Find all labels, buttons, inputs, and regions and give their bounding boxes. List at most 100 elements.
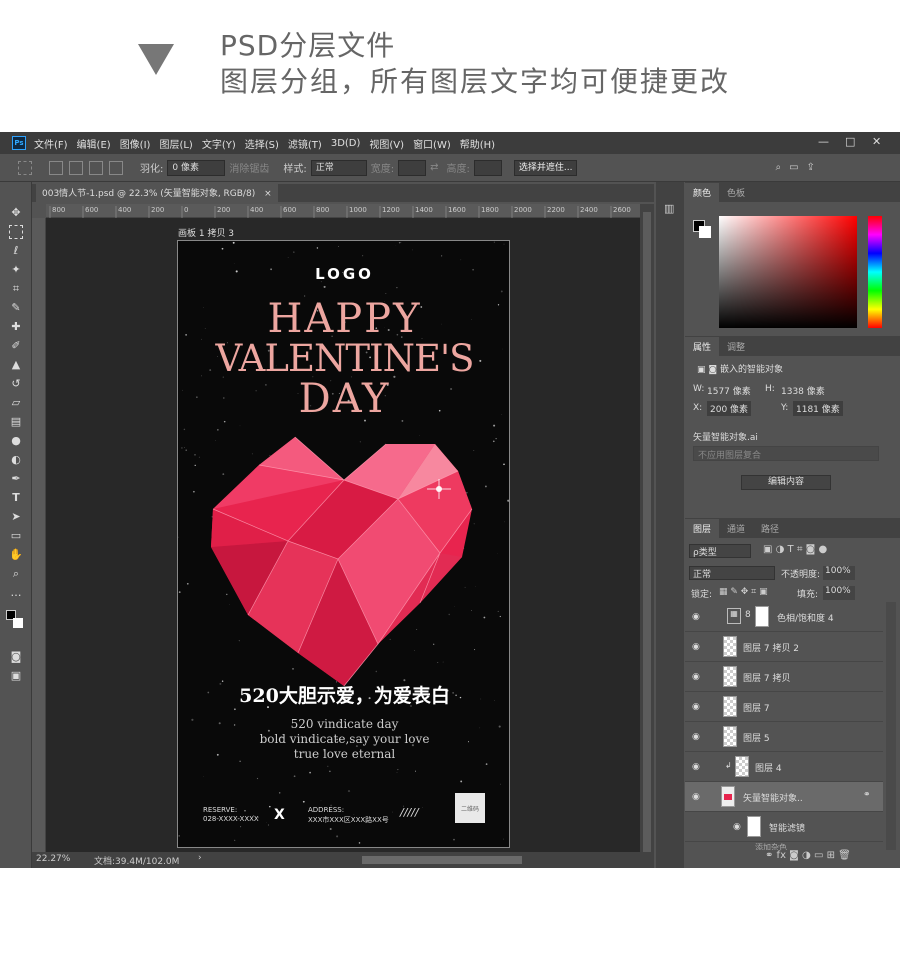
menu-file[interactable]: 文件(F) [34,136,68,151]
style-select[interactable]: 正常 [310,159,367,176]
reserve-label[interactable]: RESERVE: [203,806,237,814]
status-arrow-icon[interactable]: › [198,853,202,863]
layer-mask-thumbnail[interactable] [755,606,769,627]
poster-title-valentines[interactable]: VALENTINE'S [178,339,509,379]
visibility-eye-icon[interactable]: ◉ [692,762,700,772]
color-picker-field[interactable] [719,216,857,328]
layer-filter-icons[interactable]: ▣ ◑ T ⌗ ◙ ● [763,544,827,555]
menu-3d[interactable]: 3D(D) [331,138,361,149]
layer-name[interactable]: 图层 5 [743,731,770,744]
crop-tool-icon[interactable]: ⌗ [9,282,23,296]
x-value[interactable]: 200 像素 [707,401,752,416]
visibility-eye-icon[interactable]: ◉ [733,822,741,832]
marquee-preset-icon[interactable] [18,160,32,175]
eyedropper-icon[interactable]: ✎ [9,301,23,315]
background-color-swatch[interactable] [13,618,23,628]
menu-image[interactable]: 图像(I) [120,136,151,151]
layer-name[interactable]: 图层 7 拷贝 [743,671,790,684]
visibility-eye-icon[interactable]: ◉ [692,612,700,622]
menu-select[interactable]: 选择(S) [245,136,279,151]
rectangle-tool-icon[interactable]: ▭ [9,529,23,543]
select-and-mask-button[interactable]: 选择并遮住... [513,159,578,176]
layer-thumbnail[interactable] [723,726,737,747]
more-tools-icon[interactable]: … [9,586,23,600]
minimize-button[interactable]: — [818,135,829,148]
eraser-tool-icon[interactable]: ▱ [9,396,23,410]
add-selection-icon[interactable] [69,160,83,175]
bg-color-swatch[interactable] [699,226,711,238]
gradient-tool-icon[interactable]: ▤ [9,415,23,429]
visibility-eye-icon[interactable]: ◉ [692,732,700,742]
layer-name[interactable]: 图层 7 拷贝 2 [743,641,799,654]
close-window-button[interactable]: ✕ [872,135,881,148]
artboard-label[interactable]: 画板 1 拷贝 3 [178,226,234,239]
layers-footer-icons[interactable]: ⚭ fx ◙ ◑ ▭ ⊞ 🗑 [765,850,851,861]
close-tab-icon[interactable]: × [264,189,272,199]
blur-tool-icon[interactable]: ● [9,434,23,448]
poster-sub-3[interactable]: true love eternal [178,747,509,761]
layer-row[interactable]: ◉ 图层 7 [685,692,883,722]
swap-icon[interactable]: ⇄ [430,162,438,173]
h-value[interactable]: 1338 像素 [781,384,825,397]
scroll-thumb[interactable] [643,212,651,852]
visibility-eye-icon[interactable]: ◉ [692,792,700,802]
horizontal-scroll-thumb[interactable] [362,856,522,864]
menu-window[interactable]: 窗口(W) [413,136,451,151]
menu-view[interactable]: 视图(V) [369,136,404,151]
canvas-area[interactable]: 画板 1 拷贝 3 LOGO HAPPY VALENTINE'S DAY 520… [46,218,640,852]
menu-filter[interactable]: 滤镜(T) [288,136,322,151]
width-input[interactable] [398,159,427,176]
history-brush-icon[interactable]: ↺ [9,377,23,391]
screen-mode-icon[interactable]: ▣ [9,669,23,683]
qr-code-placeholder[interactable]: 二维码 [455,793,485,823]
hand-tool-icon[interactable]: ✋ [9,548,23,562]
type-tool-icon[interactable]: T [9,491,23,505]
poster-headline-cn[interactable]: 520大胆示爱，为爱表白 [178,681,509,708]
layer-name[interactable]: 矢量智能对象.. [743,791,803,804]
canvas-vertical-scrollbar[interactable] [640,204,654,852]
w-value[interactable]: 1577 像素 [707,384,751,397]
chain-link-icon[interactable]: 8 [745,610,751,620]
y-value[interactable]: 1181 像素 [793,401,843,416]
layer-comp-select[interactable]: 不应用图层复合 [693,446,879,461]
tab-layers[interactable]: 图层 [685,518,720,538]
layer-row[interactable]: ◉ 图层 5 [685,722,883,752]
layer-name[interactable]: 色相/饱和度 4 [777,611,834,624]
hue-slider[interactable] [868,216,882,328]
poster-title-day[interactable]: DAY [178,378,509,420]
maximize-button[interactable]: □ [845,135,855,148]
zoom-level[interactable]: 22.27% [36,854,70,864]
antialias-checkbox[interactable]: 消除锯齿 [229,160,269,175]
brush-tool-icon[interactable]: ✐ [9,339,23,353]
layer-row[interactable]: ◉ ↲ 图层 4 [685,752,883,782]
marquee-tool-icon[interactable] [9,225,23,239]
layer-thumbnail[interactable] [735,756,749,777]
path-select-icon[interactable]: ➤ [9,510,23,524]
smart-filter-mask-thumbnail[interactable] [747,816,761,837]
quick-mask-icon[interactable]: ◙ [9,650,23,664]
history-panel-icon[interactable]: ▥ [664,202,674,215]
layer-row[interactable]: ◉ 智能滤镜 [685,812,883,842]
layers-scrollbar[interactable] [886,602,896,850]
menu-help[interactable]: 帮助(H) [460,136,495,151]
poster-sub-2[interactable]: bold vindicate,say your love [178,732,509,746]
pen-tool-icon[interactable]: ✒ [9,472,23,486]
smart-object-thumbnail[interactable] [721,786,735,807]
move-tool-icon[interactable]: ✥ [9,206,23,220]
tab-swatches[interactable]: 色板 [719,183,753,202]
visibility-eye-icon[interactable]: ◉ [692,642,700,652]
address-value[interactable]: XXX市XXX区XXX路XX号 [308,815,389,825]
lock-icons[interactable]: ▦ ✎ ✥ ⌗ ▣ [719,587,768,597]
poster-sub-1[interactable]: 520 vindicate day [178,717,509,731]
layer-row[interactable]: ◉ 图层 7 拷贝 2 [685,632,883,662]
search-icon[interactable]: ⌕ [775,162,781,173]
visibility-eye-icon[interactable]: ◉ [692,702,700,712]
layer-thumbnail[interactable] [723,666,737,687]
menu-type[interactable]: 文字(Y) [202,136,236,151]
workspace-icon[interactable]: ▭ [789,162,798,173]
tab-adjustments[interactable]: 调整 [719,337,753,356]
edit-contents-button[interactable]: 编辑内容 [741,475,831,490]
address-label[interactable]: ADDRESS: [308,806,344,814]
fill-input[interactable]: 100% [823,586,855,600]
tab-channels[interactable]: 通道 [719,519,753,538]
